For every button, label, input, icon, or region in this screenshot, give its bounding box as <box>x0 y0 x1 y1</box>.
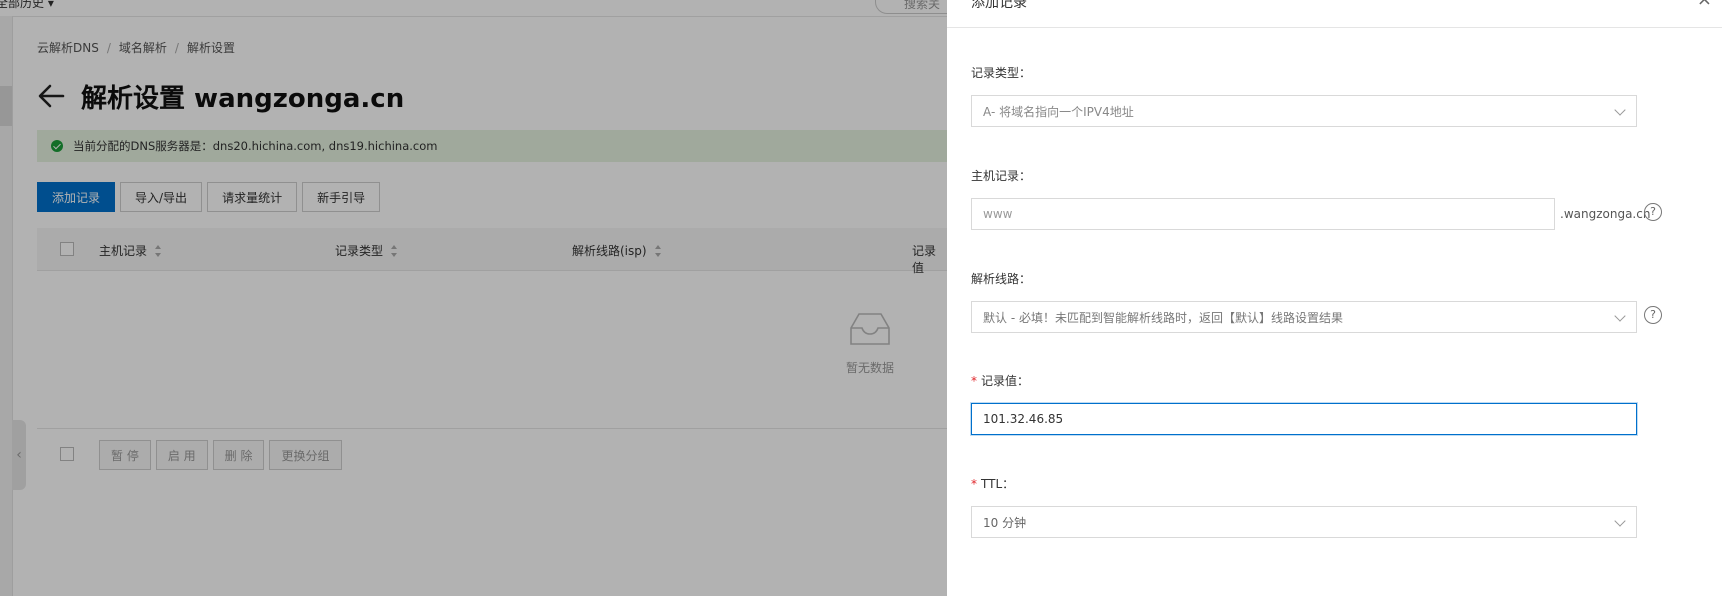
record-type-select[interactable]: A- 将域名指向一个IPV4地址 <box>971 95 1637 127</box>
record-value-input[interactable]: 101.32.46.85 <box>971 403 1637 435</box>
record-value-label-text: 记录值： <box>981 374 1030 388</box>
record-type-value: A- 将域名指向一个IPV4地址 <box>983 104 1134 119</box>
record-value-text: 101.32.46.85 <box>983 412 1064 426</box>
close-icon[interactable]: × <box>1697 0 1712 9</box>
ttl-label-text: TTL： <box>981 477 1015 491</box>
drawer-header: 添加记录 × <box>947 0 1722 28</box>
line-label: 解析线路： <box>971 272 1032 286</box>
required-mark: * <box>971 477 977 491</box>
chevron-down-icon <box>1614 310 1626 322</box>
add-record-drawer: 添加记录 × 记录类型： A- 将域名指向一个IPV4地址 主机记录： www … <box>947 0 1722 596</box>
line-value: 默认 - 必填！未匹配到智能解析线路时，返回【默认】线路设置结果 <box>983 310 1343 325</box>
host-help-icon[interactable]: ? <box>1644 203 1662 221</box>
ttl-select[interactable]: 10 分钟 <box>971 506 1637 538</box>
required-mark: * <box>971 374 977 388</box>
domain-suffix: .wangzonga.cn <box>1560 207 1651 221</box>
host-placeholder: www <box>983 207 1013 221</box>
ttl-value: 10 分钟 <box>983 515 1027 530</box>
record-value-label: * 记录值： <box>971 372 1029 389</box>
chevron-down-icon <box>1614 104 1626 116</box>
line-select[interactable]: 默认 - 必填！未匹配到智能解析线路时，返回【默认】线路设置结果 <box>971 301 1637 333</box>
record-type-label: 记录类型： <box>971 66 1032 80</box>
host-label: 主机记录： <box>971 169 1032 183</box>
drawer-title: 添加记录 <box>971 0 1027 11</box>
host-input[interactable]: www <box>971 198 1555 230</box>
ttl-label: * TTL： <box>971 475 1014 492</box>
line-help-icon[interactable]: ? <box>1644 306 1662 324</box>
chevron-down-icon <box>1614 515 1626 527</box>
